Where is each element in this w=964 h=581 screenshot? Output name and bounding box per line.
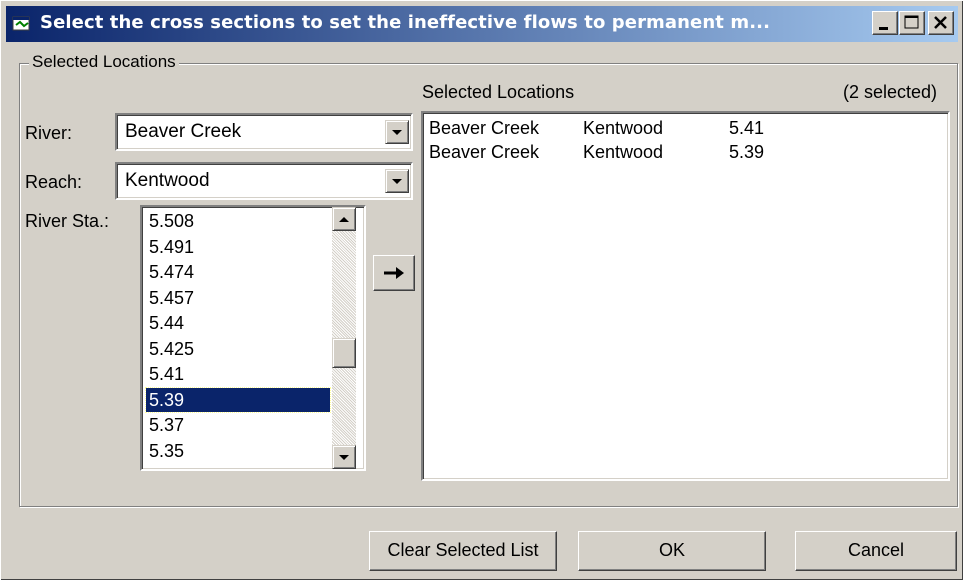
reach-combobox[interactable]: Kentwood bbox=[115, 162, 413, 200]
scroll-thumb[interactable] bbox=[332, 338, 356, 368]
reach-value: Kentwood bbox=[125, 170, 210, 191]
group-label: Selected Locations bbox=[29, 52, 179, 72]
station-list-item[interactable]: 5.37 bbox=[146, 413, 187, 437]
station-list-item[interactable]: 5.457 bbox=[146, 286, 197, 310]
chevron-down-icon bbox=[339, 455, 349, 460]
ok-button[interactable]: OK bbox=[578, 531, 766, 571]
station-list-item[interactable]: 5.474 bbox=[146, 260, 197, 284]
selected-list-label: Selected Locations bbox=[422, 82, 575, 102]
reach-dropdown-button[interactable] bbox=[385, 169, 409, 193]
station-list-item[interactable]: 5.41 bbox=[146, 362, 187, 386]
location-river: Beaver Creek bbox=[429, 142, 540, 162]
station-list-item[interactable]: 5.491 bbox=[146, 235, 197, 259]
river-station-label: River Sta.: bbox=[25, 211, 110, 231]
dialog-window: Select the cross sections to set the ine… bbox=[0, 0, 964, 581]
location-station: 5.39 bbox=[729, 142, 765, 162]
river-label: River: bbox=[25, 123, 73, 143]
location-river: Beaver Creek bbox=[429, 118, 540, 138]
chevron-down-icon bbox=[392, 179, 402, 184]
app-icon bbox=[12, 15, 32, 33]
scroll-down-button[interactable] bbox=[332, 445, 356, 469]
station-list-item[interactable]: 5.44 bbox=[146, 311, 187, 335]
station-list-item[interactable]: 5.425 bbox=[146, 337, 197, 361]
reach-label: Reach: bbox=[25, 172, 83, 192]
minimize-icon bbox=[879, 27, 888, 30]
station-list-item[interactable]: 5.508 bbox=[146, 209, 197, 233]
location-station: 5.41 bbox=[729, 118, 765, 138]
close-icon bbox=[934, 16, 947, 29]
station-list-item[interactable]: 5.35 bbox=[146, 439, 187, 463]
river-combobox[interactable]: Beaver Creek bbox=[115, 113, 413, 151]
scroll-up-button[interactable] bbox=[332, 207, 356, 231]
close-button[interactable] bbox=[928, 11, 954, 35]
river-value: Beaver Creek bbox=[125, 121, 242, 142]
river-dropdown-button[interactable] bbox=[385, 120, 409, 144]
chevron-down-icon bbox=[392, 130, 402, 135]
clear-selected-list-button[interactable]: Clear Selected List bbox=[369, 531, 557, 571]
minimize-button[interactable] bbox=[872, 11, 898, 35]
window-title: Select the cross sections to set the ine… bbox=[40, 12, 771, 33]
selected-locations-listbox[interactable]: Beaver Creek Kentwood 5.41 Beaver Creek Kent… bbox=[421, 111, 950, 481]
station-list-item[interactable]: 5.39 bbox=[145, 386, 331, 413]
cancel-button-label: Cancel bbox=[847, 540, 905, 560]
maximize-icon bbox=[904, 15, 919, 29]
ok-button-label: OK bbox=[658, 540, 685, 560]
river-station-listbox[interactable]: 5.508 5.491 5.474 5.457 5.44 5.425 5.41 5.39 5.3… bbox=[140, 205, 366, 471]
add-location-button[interactable] bbox=[373, 255, 415, 291]
selected-count: (2 selected) bbox=[843, 82, 938, 102]
clear-button-label: Clear Selected List bbox=[387, 540, 539, 560]
maximize-button[interactable] bbox=[899, 11, 925, 35]
title-bar[interactable]: Select the cross sections to set the ine… bbox=[6, 6, 958, 42]
location-reach: Kentwood bbox=[583, 142, 664, 162]
chevron-up-icon bbox=[339, 217, 349, 222]
location-reach: Kentwood bbox=[583, 118, 664, 138]
right-arrow-icon bbox=[384, 267, 404, 279]
cancel-button[interactable]: Cancel bbox=[795, 531, 957, 571]
